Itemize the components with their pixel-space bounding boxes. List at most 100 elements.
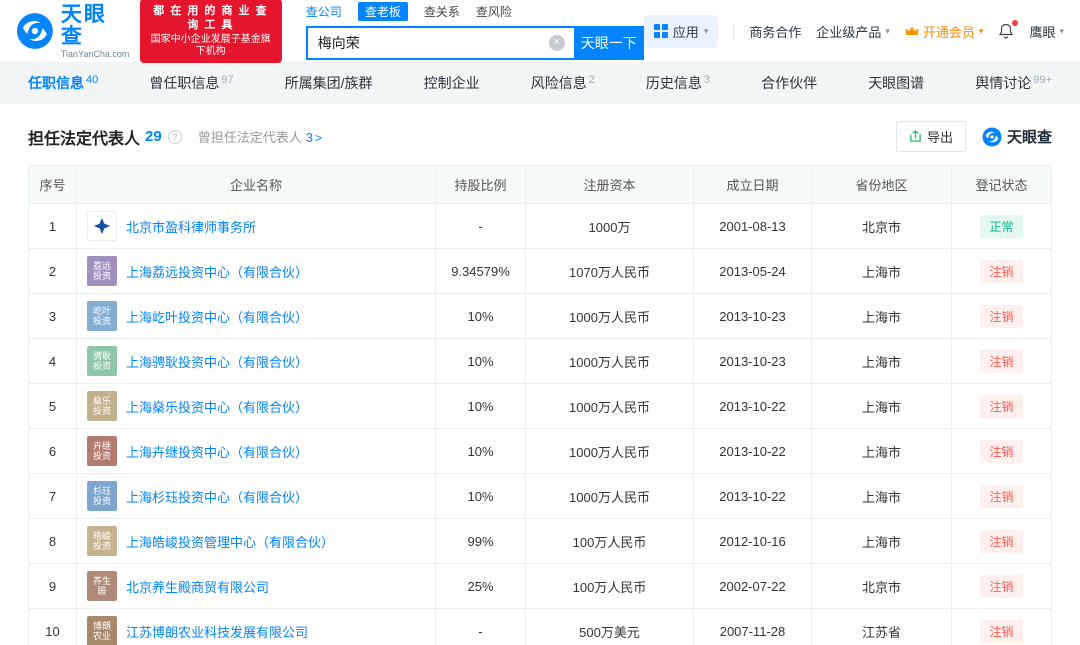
help-icon[interactable]: ? <box>167 129 182 144</box>
status-cell: 注销 <box>951 563 1052 609</box>
legal-rep-table: 序号 企业名称 持股比例 注册资本 成立日期 省份地区 登记状态 1 北京市盈科律师事务所 -1… <box>28 165 1052 645</box>
row-index: 6 <box>28 428 77 474</box>
company-cell: 皓峻 投资 上海皓峻投资管理中心（有限合伙） <box>76 518 436 564</box>
search-tab[interactable]: 查老板 <box>357 2 408 21</box>
chevron-down-icon: ▾ <box>1059 25 1064 36</box>
company-logo: 博朗 农业 <box>87 616 117 645</box>
nav-tab[interactable]: 天眼图谱 <box>868 73 924 93</box>
established-date: 2001-08-13 <box>693 203 812 249</box>
company-cell: 屹叶 投资 上海屹叶投资中心（有限合伙） <box>76 293 436 339</box>
column-header: 序号 <box>28 165 77 204</box>
logo-domain: TianYanCha.com <box>60 48 130 59</box>
row-index: 3 <box>28 293 77 339</box>
table-row: 8 皓峻 投资 上海皓峻投资管理中心（有限合伙） 99% 100万人民币 2012-10-1… <box>28 518 1052 564</box>
former-legal-rep-link[interactable]: 曾担任法定代表人 3 > <box>198 127 322 146</box>
nav-tab[interactable]: 风险信息 2 <box>531 73 595 93</box>
shareholding-ratio: 9.34579% <box>435 248 526 294</box>
tianyancha-watermark: 天眼查 <box>982 126 1052 147</box>
export-button[interactable]: 导出 <box>895 121 966 152</box>
registered-capital: 1000万人民币 <box>525 473 694 519</box>
search-block: 查公司查老板查关系查风险 × 天眼一下 <box>305 2 644 60</box>
company-logo: 屹叶 投资 <box>87 301 117 331</box>
table-row: 1 北京市盈科律师事务所 -1000万 2001-08-13 北京市 正常 <box>28 203 1052 249</box>
column-header: 持股比例 <box>435 165 526 204</box>
search-button[interactable]: 天眼一下 <box>573 26 644 60</box>
shareholding-ratio: 25% <box>435 563 526 609</box>
search-input[interactable] <box>305 26 574 60</box>
established-date: 2012-10-16 <box>693 518 812 564</box>
nav-tab-label: 风险信息 <box>530 75 587 91</box>
nav-tab[interactable]: 曾任职信息 97 <box>149 73 233 93</box>
established-date: 2007-11-28 <box>693 608 812 645</box>
company-link[interactable]: 上海屹叶投资中心（有限合伙） <box>126 307 308 326</box>
company-link[interactable]: 上海骋耿投资中心（有限合伙） <box>126 352 308 371</box>
nav-tab[interactable]: 任职信息 40 <box>28 73 98 93</box>
company-link[interactable]: 上海皓峻投资管理中心（有限合伙） <box>126 532 334 551</box>
shareholding-ratio: 10% <box>435 428 526 474</box>
status-badge: 注销 <box>980 574 1023 598</box>
nav-tab[interactable]: 控制企业 <box>424 73 480 93</box>
vip-upgrade-menu[interactable]: 开通会员 ▾ <box>905 22 983 41</box>
nav-tab[interactable]: 所属集团/族群 <box>285 73 373 93</box>
established-date: 2013-10-23 <box>693 293 812 339</box>
search-tab[interactable]: 查关系 <box>424 3 460 20</box>
company-cell: 杉珏 投资 上海杉珏投资中心（有限合伙） <box>76 473 436 519</box>
crown-icon <box>905 26 919 35</box>
company-link[interactable]: 上海燊乐投资中心（有限合伙） <box>126 397 308 416</box>
nav-tab[interactable]: 合作伙伴 <box>761 73 817 93</box>
status-cell: 注销 <box>951 338 1052 384</box>
status-badge: 注销 <box>980 349 1023 373</box>
company-link[interactable]: 江苏博朗农业科技发展有限公司 <box>126 622 308 641</box>
company-cell: 骋耿 投资 上海骋耿投资中心（有限合伙） <box>76 338 436 384</box>
established-date: 2002-07-22 <box>693 563 812 609</box>
table-body: 1 北京市盈科律师事务所 -1000万 2001-08-13 北京市 正常 2 荔远 投资 上海荔… <box>28 203 1052 645</box>
company-link[interactable]: 上海荔远投资中心（有限合伙） <box>126 262 308 281</box>
search-tab[interactable]: 查风险 <box>476 3 512 20</box>
clear-search-icon[interactable]: × <box>548 35 565 51</box>
established-date: 2013-10-23 <box>693 338 812 384</box>
business-cooperation-link[interactable]: 商务合作 <box>749 22 801 41</box>
eagle-eye-menu[interactable]: 鹰眼 ▾ <box>1029 22 1064 41</box>
export-icon <box>910 130 921 142</box>
company-cell: 卉继 投资 上海卉继投资中心（有限合伙） <box>76 428 436 474</box>
status-cell: 注销 <box>951 608 1052 645</box>
company-link[interactable]: 北京养生殿商贸有限公司 <box>126 577 269 596</box>
company-logo: 荔远 投资 <box>87 256 117 286</box>
notifications-bell-icon[interactable] <box>998 20 1019 39</box>
status-badge: 注销 <box>980 394 1023 418</box>
top-header: 天眼查 TianYanCha.com 都 在 用 的 商 业 查 询 工 具 国… <box>0 0 1080 63</box>
established-date: 2013-10-22 <box>693 383 812 429</box>
row-index: 5 <box>28 383 77 429</box>
enterprise-products-menu[interactable]: 企业级产品 ▾ <box>816 22 890 41</box>
company-link[interactable]: 北京市盈科律师事务所 <box>126 217 256 236</box>
table-row: 10 博朗 农业 江苏博朗农业科技发展有限公司 -500万美元 2007-11-28 江苏省… <box>28 608 1052 645</box>
province-region: 上海市 <box>811 293 952 339</box>
column-header: 企业名称 <box>76 165 436 204</box>
apps-menu[interactable]: 应用 ▾ <box>643 14 719 48</box>
province-region: 北京市 <box>811 203 952 249</box>
company-logo: 骋耿 投资 <box>87 346 117 376</box>
company-link[interactable]: 上海杉珏投资中心（有限合伙） <box>126 487 308 506</box>
table-row: 3 屹叶 投资 上海屹叶投资中心（有限合伙） 10% 1000万人民币 2013-10-23… <box>28 293 1052 339</box>
registered-capital: 1000万人民币 <box>525 383 694 429</box>
nav-tab-label: 任职信息 <box>28 75 84 91</box>
nav-tab-label: 舆情讨论 <box>975 75 1032 91</box>
company-logo: 皓峻 投资 <box>87 526 117 556</box>
tianyancha-logo[interactable]: 天眼查 TianYanCha.com <box>16 3 130 59</box>
row-index: 2 <box>28 248 77 294</box>
column-header: 省份地区 <box>811 165 952 204</box>
nav-tabs: 任职信息 40 曾任职信息 97 所属集团/族群 控制企业 风险信息 2 历史信息 3 合作伙伴 天眼… <box>0 62 1080 104</box>
status-badge: 正常 <box>980 214 1023 238</box>
company-link[interactable]: 上海卉继投资中心（有限合伙） <box>126 442 308 461</box>
search-tab[interactable]: 查公司 <box>306 3 342 20</box>
registered-capital: 1000万人民币 <box>525 293 694 339</box>
shareholding-ratio: 10% <box>435 338 526 384</box>
province-region: 江苏省 <box>811 608 952 645</box>
vip-label: 开通会员 <box>922 24 975 40</box>
nav-tab[interactable]: 舆情讨论 99+ <box>975 73 1052 93</box>
former-legal-rep-count: 3 <box>305 130 313 145</box>
row-index: 8 <box>28 518 77 564</box>
nav-tab[interactable]: 历史信息 3 <box>646 73 710 93</box>
search-tabs: 查公司 查老板 查关系 查风险 <box>306 2 644 21</box>
company-logo: 燊乐 投资 <box>87 391 117 421</box>
